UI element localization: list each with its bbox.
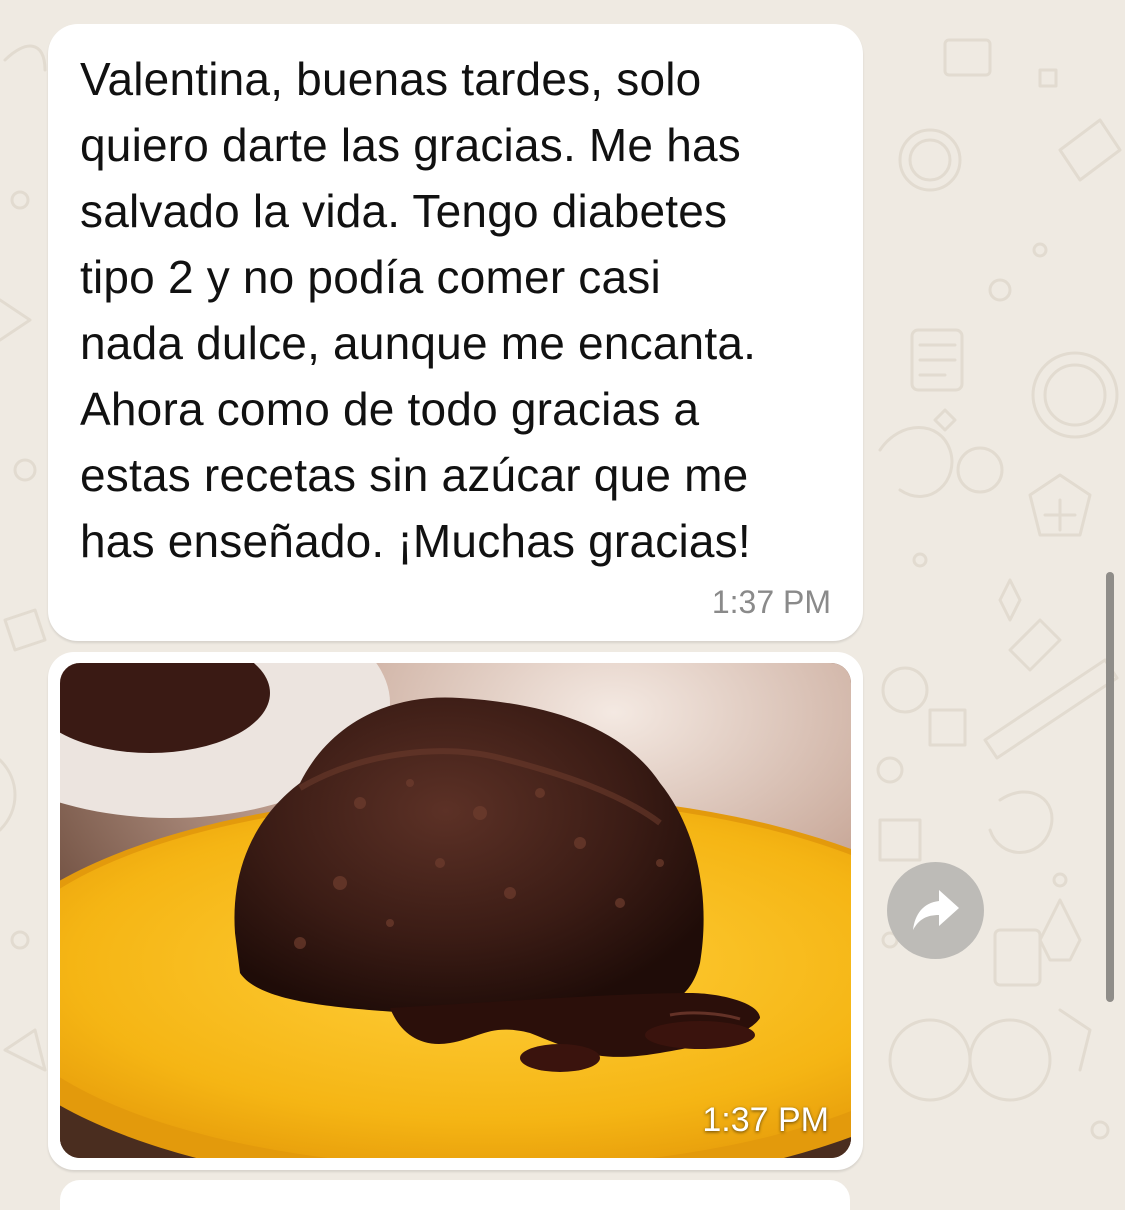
message-bubble-image[interactable]: 1:37 PM bbox=[48, 652, 863, 1170]
message-bubble-text[interactable]: Valentina, buenas tardes, solo quiero da… bbox=[48, 24, 863, 641]
message-timestamp: 1:37 PM bbox=[711, 584, 831, 620]
next-message-bubble-edge bbox=[60, 1180, 850, 1210]
scrollbar[interactable] bbox=[1106, 572, 1114, 1002]
forward-button[interactable] bbox=[887, 862, 984, 959]
cake-photo-illustration bbox=[60, 663, 851, 1158]
message-text: Valentina, buenas tardes, solo quiero da… bbox=[80, 53, 757, 567]
forward-arrow-icon bbox=[913, 890, 959, 930]
image-timestamp: 1:37 PM bbox=[702, 1101, 829, 1139]
message-photo[interactable]: 1:37 PM bbox=[60, 663, 851, 1158]
